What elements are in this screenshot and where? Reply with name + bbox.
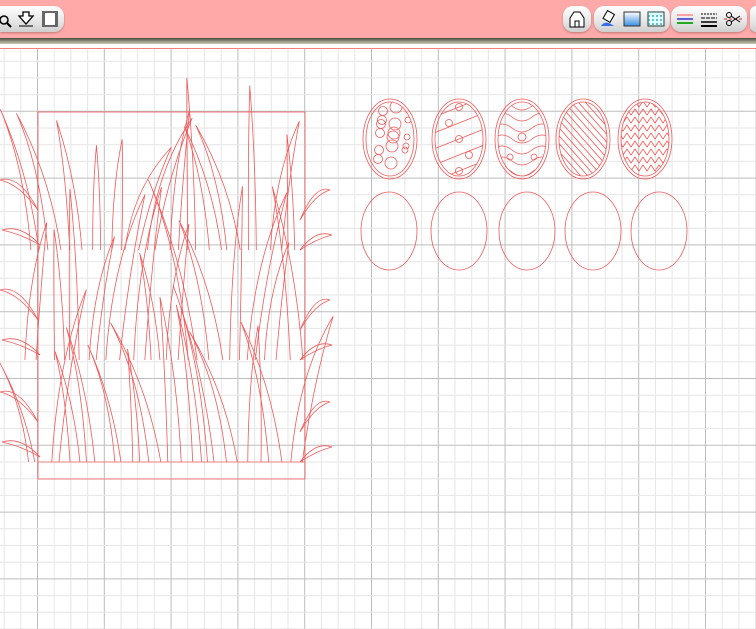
grass-blade [229,186,243,361]
grass-blade [247,85,257,251]
design-canvas[interactable] [0,49,756,629]
plain-egg[interactable] [360,191,418,271]
home-group [563,6,591,32]
fill-gradient-button[interactable] [622,9,642,29]
egg-dot [375,128,385,138]
grass-leaf [0,390,39,423]
paint-bucket-button[interactable] [598,9,618,29]
egg-dot [402,142,410,150]
plain-egg[interactable] [430,191,488,271]
egg-zigzag [621,148,669,156]
grass-blade [264,242,290,361]
plain-egg[interactable] [564,191,622,271]
fill-gradient-icon [623,11,641,27]
egg-dot [445,119,453,127]
eggs-group [360,88,688,271]
egg-dot [384,156,398,170]
download-arrow-icon [17,11,35,27]
zoom-icon [0,15,12,28]
egg-zigzag [621,140,669,148]
grass-blade [178,220,224,361]
plain-egg[interactable] [498,191,556,271]
grid [0,49,756,629]
line-style-icon [701,13,717,27]
grass-blade [124,147,172,251]
egg-zigzag [621,164,669,172]
grass-blade [24,222,48,361]
more-tools-group[interactable] [750,6,756,32]
home-icon [569,11,585,28]
fill-pattern-button[interactable] [646,9,666,29]
grass-blade [105,194,146,361]
frame-icon [42,11,58,27]
egg-dot [373,154,383,164]
toolbar [0,0,756,38]
egg-dot [387,126,401,140]
egg-pattern [559,102,607,176]
cut-line-button[interactable] [723,9,743,29]
grass-blade [270,121,300,251]
line-color-icon [677,14,693,24]
grass-blade [88,236,115,361]
fill-pattern-icon [647,11,665,27]
frame-button[interactable] [40,9,60,29]
grass-blade [139,252,161,361]
home-button[interactable] [567,9,587,29]
download-button[interactable] [16,9,36,29]
paint-bucket-icon [601,10,616,26]
grass-blade [195,124,241,251]
line-style-button[interactable] [699,9,719,29]
grass-leaf [0,288,39,321]
grass-blade [159,296,182,463]
egg-diagonal-lines[interactable] [487,94,679,184]
egg-dot [446,88,453,95]
grass-blade [110,322,162,463]
fill-group [594,6,670,32]
line-group [671,6,747,32]
toolbar-divider [0,38,756,44]
zoom-button[interactable] [0,9,12,29]
plain-egg[interactable] [630,191,688,271]
grass-blade [290,315,334,463]
egg-zigzag [621,132,669,140]
cut-line-icon [724,12,742,26]
line-color-button[interactable] [675,9,695,29]
egg-dot [374,145,384,155]
view-tools-group [0,6,64,32]
